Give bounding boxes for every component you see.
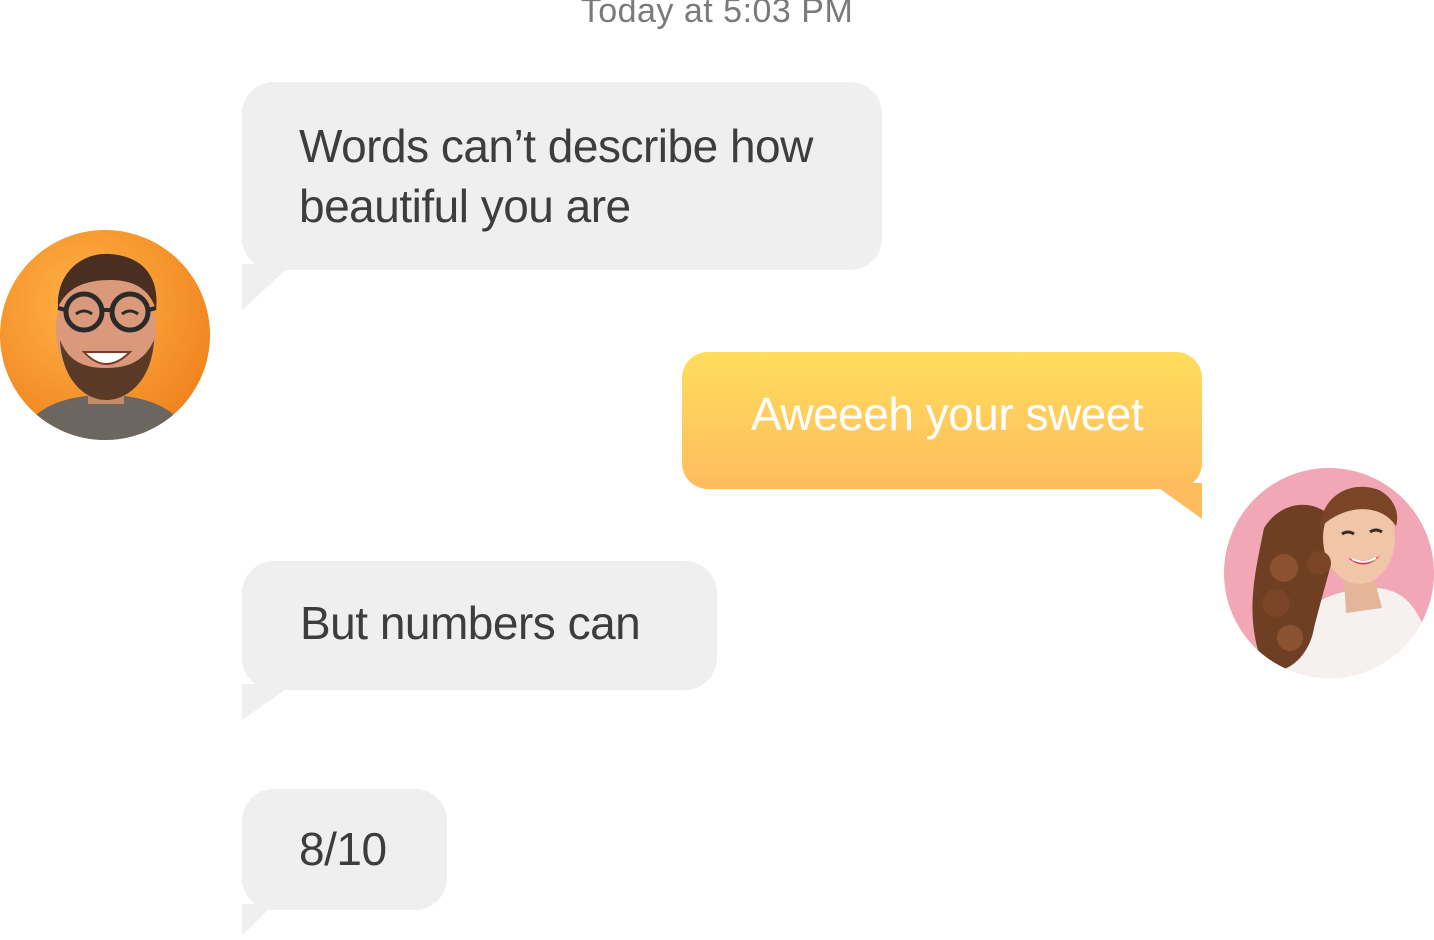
recipient-avatar[interactable] xyxy=(1224,468,1434,678)
bubble-tail-incoming xyxy=(242,684,294,720)
message-bubble-incoming[interactable]: Words can’t describe how beautiful you a… xyxy=(242,82,882,270)
message-text: 8/10 xyxy=(299,823,387,875)
bubble-tail-incoming xyxy=(242,264,292,310)
man-portrait-avatar-icon xyxy=(0,230,210,440)
message-text: But numbers can xyxy=(300,597,641,649)
message-bubble-incoming[interactable]: 8/10 xyxy=(242,789,447,910)
sender-avatar[interactable] xyxy=(0,230,210,440)
message-text-line: beautiful you are xyxy=(299,180,631,232)
message-bubble-outgoing[interactable]: Aweeeh your sweet xyxy=(682,352,1202,489)
conversation-timestamp: Today at 5:03 PM xyxy=(580,0,854,30)
bubble-tail-outgoing xyxy=(1152,483,1202,519)
woman-portrait-avatar-icon xyxy=(1224,468,1434,678)
message-text-line: Words can’t describe how xyxy=(299,120,813,172)
bubble-tail-incoming xyxy=(242,904,274,936)
message-bubble-incoming[interactable]: But numbers can xyxy=(242,561,717,690)
message-text: Aweeeh your sweet xyxy=(751,388,1144,440)
